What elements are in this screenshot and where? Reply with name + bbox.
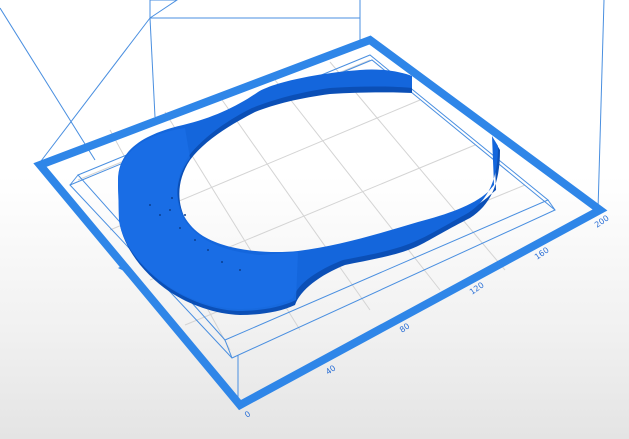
model-headband[interactable] bbox=[118, 69, 500, 315]
tick-0: 0 bbox=[243, 409, 252, 419]
tick-80: 80 bbox=[398, 321, 412, 334]
volume-edge-back-left bbox=[149, 17, 156, 118]
axis-ticks: 0 40 80 120 160 200 bbox=[243, 214, 611, 420]
volume-edge-front-right bbox=[597, 0, 605, 211]
build-volume-wireframe bbox=[0, 0, 605, 405]
scene[interactable]: 0 40 80 120 160 200 bbox=[0, 0, 629, 439]
volume-edge-left-diag bbox=[0, 7, 96, 161]
3d-viewport[interactable]: 0 40 80 120 160 200 bbox=[0, 0, 629, 439]
tick-40: 40 bbox=[324, 363, 338, 376]
model-front-section[interactable] bbox=[118, 128, 298, 311]
volume-top-corner bbox=[149, 0, 178, 19]
